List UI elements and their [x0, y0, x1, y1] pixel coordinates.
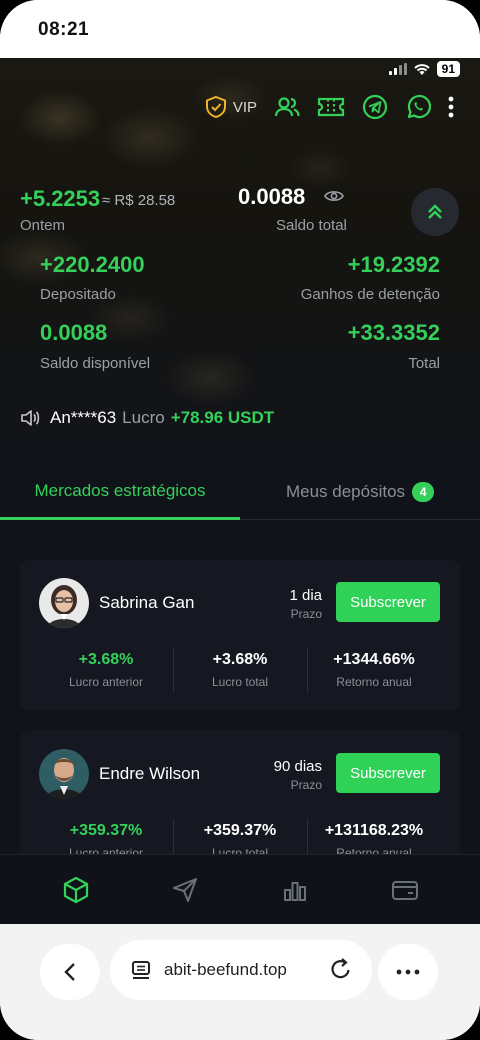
bar-chart-icon: [284, 882, 306, 901]
nav-stats[interactable]: [280, 875, 310, 905]
available-label: Saldo disponível: [40, 355, 151, 372]
ticket-button[interactable]: [317, 96, 345, 118]
bottom-navigation: [0, 854, 480, 924]
eye-icon[interactable]: [324, 189, 344, 203]
inner-status-bar: 91: [388, 60, 460, 78]
ticker-user: An****63: [50, 408, 117, 427]
stat-annual-return: +1344.66% Retorno anual: [304, 651, 444, 689]
tab-label: Mercados estratégicos: [34, 480, 206, 500]
shield-check-icon: [205, 95, 226, 119]
reload-icon: [331, 958, 350, 979]
stat-value: +359.37%: [69, 822, 143, 839]
total-value: +33.3352: [347, 320, 440, 345]
total-balance-label: Saldo total: [276, 217, 347, 234]
speaker-icon: [21, 410, 40, 426]
deposits-count-badge: 4: [412, 482, 435, 502]
total-label: Total: [408, 355, 440, 372]
stat-value: +1344.66%: [333, 651, 415, 668]
stat-previous-profit: +3.68% Lucro anterior: [36, 651, 176, 689]
more-menu-button[interactable]: [448, 96, 454, 118]
send-icon: [173, 878, 197, 902]
header-actions: VIP: [205, 94, 454, 120]
ticker-lucro-label: Lucro: [122, 408, 165, 427]
telegram-button[interactable]: [362, 94, 388, 120]
tab-label: Meus depósitos: [285, 482, 406, 501]
holding-gains-value: +19.2392: [347, 252, 440, 277]
profit-ticker: An****63 Lucro +78.96 USDT: [0, 394, 480, 442]
stat-label: Lucro anterior: [68, 675, 144, 689]
back-button[interactable]: [40, 944, 100, 1000]
cube-icon: [63, 876, 89, 904]
holding-gains-label: Ganhos de detenção: [300, 286, 440, 303]
signal-icon: [388, 63, 407, 75]
avatar: [39, 578, 89, 628]
available-value: 0.0088: [40, 320, 108, 345]
ticket-icon: [317, 97, 345, 117]
nav-send[interactable]: [170, 875, 200, 905]
collapse-button[interactable]: [411, 188, 459, 236]
term-label: Prazo: [290, 778, 322, 792]
deposited-value: +220.2400: [40, 252, 145, 277]
reload-button[interactable]: [328, 956, 354, 987]
subscribe-button[interactable]: Subscrever: [336, 582, 440, 622]
whatsapp-button[interactable]: [405, 94, 431, 120]
nav-markets[interactable]: [61, 875, 91, 905]
stat-value: +131168.23%: [324, 822, 424, 839]
trader-name: Endre Wilson: [99, 764, 201, 783]
strategy-card: Sabrina Gan 1 dia Prazo Subscrever +3.68…: [20, 560, 460, 710]
avatar: [39, 749, 89, 799]
stat-label: Retorno anual: [336, 675, 412, 689]
wifi-icon: [413, 64, 430, 75]
yesterday-value: +5.2253: [20, 186, 101, 211]
ticker-amount: +78.96 USDT: [170, 408, 275, 427]
term-duration: 1 dia: [289, 587, 322, 604]
os-clock: 08:21: [38, 19, 90, 40]
phone-frame: 08:21 91 VIP +5.2253 ≈ R$ 28.58 Ontem 0.…: [0, 0, 480, 1040]
tab-my-deposits[interactable]: Meus depósitos 4: [240, 464, 480, 520]
subscribe-button[interactable]: Subscrever: [336, 753, 440, 793]
app-viewport: 91 VIP +5.2253 ≈ R$ 28.58 Ontem 0.0088 S…: [0, 58, 480, 924]
horizontal-dots-icon: [396, 969, 420, 975]
total-balance-value: 0.0088: [238, 184, 306, 209]
page-icon: [132, 961, 150, 979]
stat-total-profit: +3.68% Lucro total: [170, 651, 310, 689]
deposited-label: Depositado: [40, 286, 116, 303]
yesterday-label: Ontem: [20, 217, 66, 234]
stat-value: +359.37%: [203, 822, 277, 839]
vip-label: VIP: [232, 98, 257, 116]
term-duration: 90 dias: [273, 758, 322, 775]
vip-button[interactable]: VIP: [205, 95, 257, 119]
market-tabs: Mercados estratégicos Meus depósitos 4: [0, 464, 480, 520]
chevron-left-icon: [64, 963, 75, 981]
vertical-dots-icon: [448, 96, 454, 118]
battery-indicator: 91: [436, 61, 460, 77]
yesterday-brl: ≈ R$ 28.58: [102, 192, 176, 209]
url-text: abit-beefund.top: [164, 960, 287, 979]
stat-value: +3.68%: [78, 651, 134, 668]
tab-strategic-markets[interactable]: Mercados estratégicos: [0, 464, 240, 520]
telegram-icon: [362, 94, 388, 120]
nav-wallet[interactable]: [390, 875, 420, 905]
whatsapp-icon: [407, 94, 431, 119]
users-icon: [274, 97, 300, 117]
os-status-bar: 08:21: [0, 0, 480, 58]
double-chevron-up-icon: [428, 204, 442, 219]
term-info: 1 dia Prazo: [289, 587, 322, 621]
term-label: Prazo: [290, 607, 322, 621]
browser-toolbar: abit-beefund.top: [0, 924, 480, 1040]
trader-name: Sabrina Gan: [99, 593, 195, 612]
stat-label: Lucro total: [211, 675, 269, 689]
team-button[interactable]: [274, 95, 300, 119]
stat-value: +3.68%: [212, 651, 268, 668]
wallet-icon: [392, 881, 418, 900]
term-info: 90 dias Prazo: [274, 758, 322, 792]
more-options-button[interactable]: [378, 944, 438, 1000]
